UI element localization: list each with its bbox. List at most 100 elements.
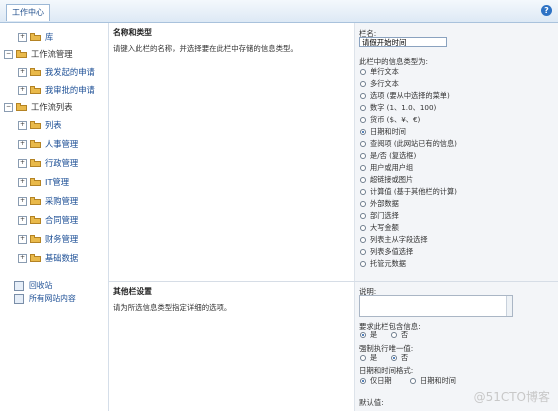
format-datetime-radio[interactable]: 日期和时间 <box>410 376 456 386</box>
site-content-icon <box>14 293 24 304</box>
folder-icon <box>30 140 41 148</box>
recycle-bin-icon <box>14 280 24 291</box>
radio-icon <box>360 332 366 338</box>
type-option[interactable]: 部门选择 <box>360 211 399 221</box>
require-yes-radio[interactable]: 是 <box>360 330 377 340</box>
all-site-content-link[interactable]: 所有网站内容 <box>14 292 76 305</box>
radio-icon <box>391 332 397 338</box>
radio-icon <box>360 249 366 255</box>
radio-icon <box>360 378 366 384</box>
radio-icon <box>410 378 416 384</box>
type-option[interactable]: 列表多值选择 <box>360 247 413 257</box>
textarea-scrollbar[interactable] <box>506 296 512 316</box>
expand-icon[interactable]: + <box>18 177 27 187</box>
type-option[interactable]: 查阅项 (此网站已有的信息) <box>360 139 457 149</box>
tree-item-admin[interactable]: + 行政管理 <box>18 156 78 170</box>
radio-icon <box>360 355 366 361</box>
section-desc-other-settings: 请为所选信息类型指定详细的选项。 <box>113 303 232 312</box>
expand-icon[interactable]: + <box>18 32 27 42</box>
type-option[interactable]: 超链接或图片 <box>360 175 413 185</box>
tree-item-finance[interactable]: + 财务管理 <box>18 232 78 246</box>
column-name-input[interactable]: 请假开始时间 <box>359 37 447 47</box>
radio-icon <box>391 355 397 361</box>
expand-icon[interactable]: + <box>18 215 27 225</box>
tree-item-library[interactable]: + 库 <box>18 30 53 44</box>
type-option[interactable]: 外部数据 <box>360 199 399 209</box>
tree-item-list[interactable]: + 列表 <box>18 118 62 132</box>
radio-icon <box>360 117 366 123</box>
expand-icon[interactable]: + <box>18 196 27 206</box>
main-content: 名称和类型 请键入此栏的名称，并选择要在此栏中存储的信息类型。 栏名: 请假开始… <box>109 23 558 411</box>
bottom-links: 回收站 所有网站内容 <box>14 279 76 305</box>
expand-icon[interactable]: + <box>18 158 27 168</box>
type-option[interactable]: 是/否 (复选框) <box>360 151 416 161</box>
radio-icon <box>360 261 366 267</box>
type-option[interactable]: 日期和时间 <box>360 127 406 137</box>
folder-icon <box>30 254 41 262</box>
help-icon[interactable]: ? <box>541 5 552 16</box>
tree-item-purchase[interactable]: + 采购管理 <box>18 194 78 208</box>
radio-icon <box>360 225 366 231</box>
folder-icon <box>30 235 41 243</box>
radio-icon <box>360 105 366 111</box>
folder-icon <box>16 50 27 58</box>
format-date-radio[interactable]: 仅日期 <box>360 376 392 386</box>
collapse-icon[interactable]: − <box>4 102 13 112</box>
unique-no-radio[interactable]: 否 <box>391 353 408 363</box>
folder-icon <box>30 216 41 224</box>
section-title-name-type: 名称和类型 <box>113 28 152 37</box>
type-option[interactable]: 列表主从字段选择 <box>360 235 428 245</box>
type-option[interactable]: 托管元数据 <box>360 259 406 269</box>
radio-icon <box>360 141 366 147</box>
radio-icon <box>360 93 366 99</box>
radio-icon <box>360 213 366 219</box>
tree-item-my-approvals[interactable]: + 我审批的申请 <box>18 83 95 97</box>
radio-icon <box>360 165 366 171</box>
type-option[interactable]: 单行文本 <box>360 67 399 77</box>
folder-icon <box>30 121 41 129</box>
radio-icon <box>360 81 366 87</box>
type-option[interactable]: 货币 ($、¥、€) <box>360 115 420 125</box>
folder-icon <box>30 86 41 94</box>
expand-icon[interactable]: + <box>18 139 27 149</box>
description-textarea[interactable] <box>359 295 513 317</box>
expand-icon[interactable]: + <box>18 120 27 130</box>
radio-icon <box>360 189 366 195</box>
sidebar: + 库 − 工作流管理 + 我发起的申请 + 我审批的申请 − 工作流列表 + 列表 + 人事… <box>0 23 109 411</box>
type-option[interactable]: 数字 (1、1.0、100) <box>360 103 436 113</box>
require-no-radio[interactable]: 否 <box>391 330 408 340</box>
tab-work-center[interactable]: 工作中心 <box>6 4 50 21</box>
expand-icon[interactable]: + <box>18 85 27 95</box>
folder-icon <box>16 103 27 111</box>
folder-icon <box>30 68 41 76</box>
tree-item-contract[interactable]: + 合同管理 <box>18 213 78 227</box>
top-bar: 工作中心 ? <box>0 0 558 23</box>
type-option[interactable]: 计算值 (基于其他栏的计算) <box>360 187 457 197</box>
name-type-panel: 栏名: 请假开始时间 此栏中的信息类型为: 单行文本 多行文本 选项 (要从中选择的… <box>354 23 558 281</box>
tree-item-my-requests[interactable]: + 我发起的申请 <box>18 65 95 79</box>
type-option[interactable]: 用户或用户组 <box>360 163 413 173</box>
radio-icon <box>360 69 366 75</box>
type-option[interactable]: 多行文本 <box>360 79 399 89</box>
expand-icon[interactable]: + <box>18 253 27 263</box>
tree-group-workflow-mgmt[interactable]: − 工作流管理 <box>4 47 73 61</box>
type-label: 此栏中的信息类型为: <box>359 57 429 66</box>
folder-icon <box>30 178 41 186</box>
folder-icon <box>30 159 41 167</box>
tree-group-workflow-list[interactable]: − 工作流列表 <box>4 100 73 114</box>
type-option[interactable]: 大写金额 <box>360 223 399 233</box>
recycle-bin-link[interactable]: 回收站 <box>14 279 76 292</box>
unique-yes-radio[interactable]: 是 <box>360 353 377 363</box>
type-option[interactable]: 选项 (要从中选择的菜单) <box>360 91 450 101</box>
radio-icon <box>360 201 366 207</box>
expand-icon[interactable]: + <box>18 67 27 77</box>
format-label: 日期和时间格式: <box>359 366 414 375</box>
section-desc-name-type: 请键入此栏的名称，并选择要在此栏中存储的信息类型。 <box>113 44 298 53</box>
expand-icon[interactable]: + <box>18 234 27 244</box>
tree-item-hr[interactable]: + 人事管理 <box>18 137 78 151</box>
tree-item-base-data[interactable]: + 基础数据 <box>18 251 78 265</box>
folder-icon <box>30 197 41 205</box>
watermark: @51CTO博客 <box>473 390 550 404</box>
tree-item-it[interactable]: + IT管理 <box>18 175 69 189</box>
collapse-icon[interactable]: − <box>4 49 13 59</box>
